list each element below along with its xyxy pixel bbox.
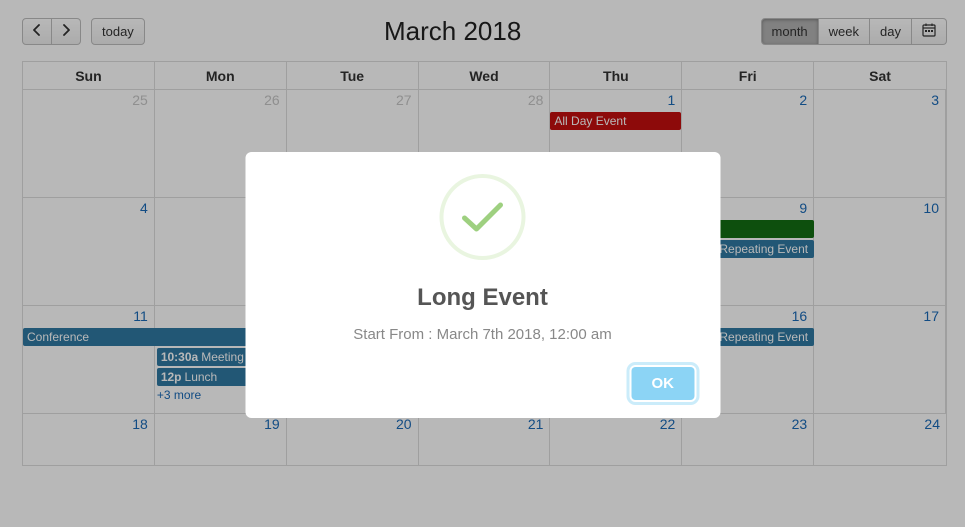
modal-title: Long Event	[271, 284, 694, 312]
modal-text: Start From : March 7th 2018, 12:00 am	[271, 326, 694, 343]
success-check-icon	[440, 174, 526, 260]
ok-button[interactable]: OK	[632, 367, 695, 400]
event-detail-modal: Long Event Start From : March 7th 2018, …	[245, 152, 720, 418]
